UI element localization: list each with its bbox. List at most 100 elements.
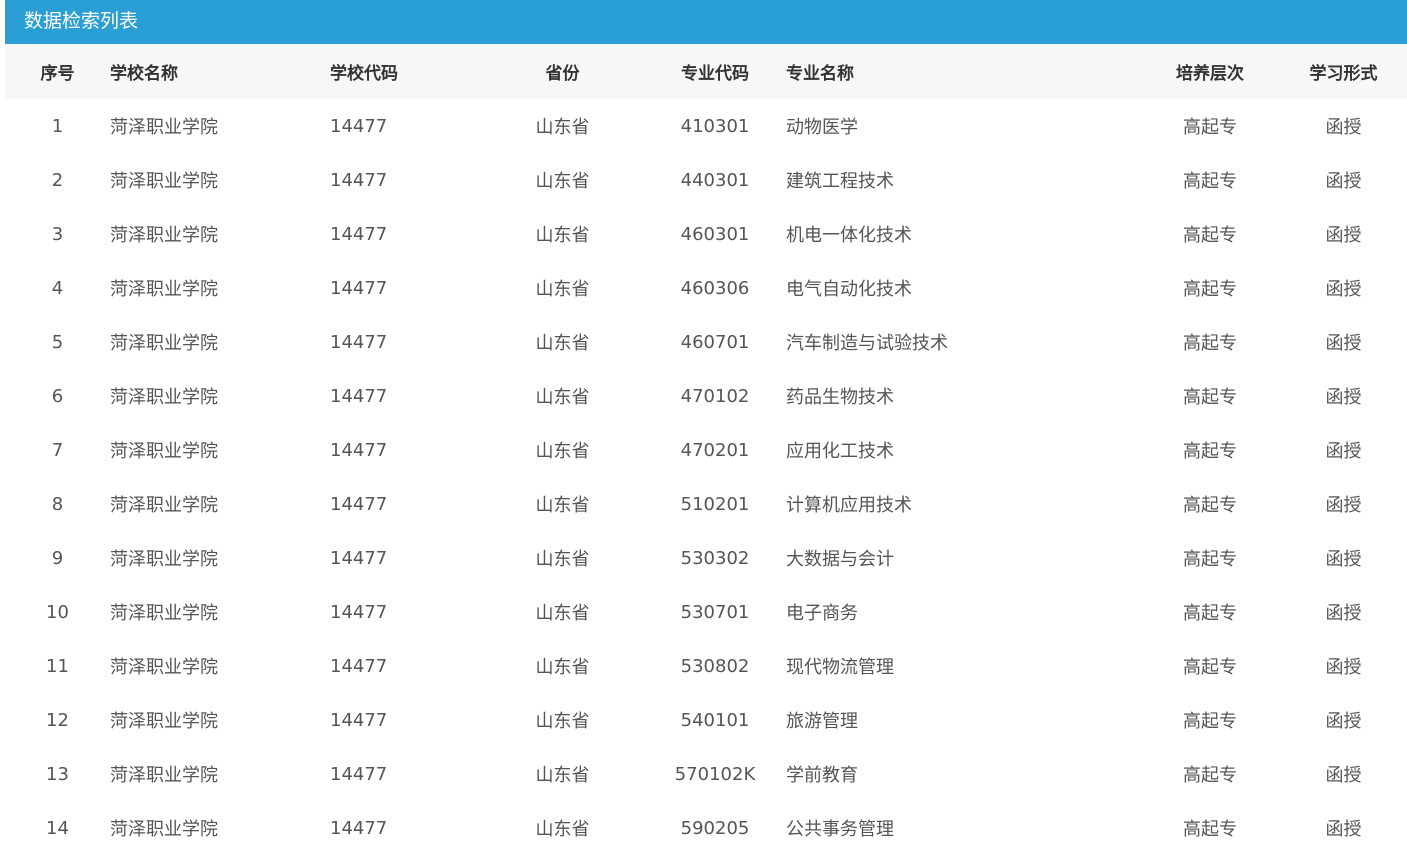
table-row: 4 菏泽职业学院 14477 山东省 460306 电气自动化技术 高起专 函授 <box>5 261 1407 315</box>
table-row: 5 菏泽职业学院 14477 山东省 460701 汽车制造与试验技术 高起专 函授 <box>5 315 1407 369</box>
cell-major-name: 电子商务 <box>786 603 858 624</box>
cell-level: 高起专 <box>1183 711 1237 732</box>
cell-major-name: 大数据与会计 <box>786 549 894 570</box>
cell-school-name: 菏泽职业学院 <box>110 711 218 732</box>
cell-school-name: 菏泽职业学院 <box>110 117 218 138</box>
cell-school-name: 菏泽职业学院 <box>110 495 218 516</box>
cell-school-name: 菏泽职业学院 <box>110 657 218 678</box>
column-header-major-name: 专业名称 <box>780 44 1140 99</box>
cell-level: 高起专 <box>1183 603 1237 624</box>
cell-index: 5 <box>51 331 64 353</box>
cell-school-code: 14477 <box>330 169 388 191</box>
cell-index: 8 <box>51 493 64 515</box>
cell-school-name: 菏泽职业学院 <box>110 819 218 840</box>
cell-level: 高起专 <box>1183 549 1237 570</box>
cell-index: 7 <box>51 439 64 461</box>
cell-index: 1 <box>51 115 64 137</box>
cell-study-mode: 函授 <box>1325 279 1362 300</box>
cell-school-code: 14477 <box>330 277 388 299</box>
cell-school-name: 菏泽职业学院 <box>110 441 218 462</box>
cell-index: 12 <box>46 709 69 731</box>
cell-school-code: 14477 <box>330 115 388 137</box>
cell-index: 4 <box>51 277 64 299</box>
cell-school-name: 菏泽职业学院 <box>110 225 218 246</box>
cell-major-name: 应用化工技术 <box>786 441 894 462</box>
cell-level: 高起专 <box>1183 279 1237 300</box>
cell-province: 山东省 <box>535 441 590 462</box>
table-row: 10 菏泽职业学院 14477 山东省 530701 电子商务 高起专 函授 <box>5 585 1407 639</box>
table-row: 3 菏泽职业学院 14477 山东省 460301 机电一体化技术 高起专 函授 <box>5 207 1407 261</box>
cell-level: 高起专 <box>1183 387 1237 408</box>
cell-province: 山东省 <box>535 657 590 678</box>
table-row: 6 菏泽职业学院 14477 山东省 470102 药品生物技术 高起专 函授 <box>5 369 1407 423</box>
cell-major-name: 学前教育 <box>786 765 858 786</box>
cell-study-mode: 函授 <box>1325 495 1362 516</box>
cell-major-name: 电气自动化技术 <box>786 279 912 300</box>
table-row: 8 菏泽职业学院 14477 山东省 510201 计算机应用技术 高起专 函授 <box>5 477 1407 531</box>
cell-school-code: 14477 <box>330 547 388 569</box>
cell-index: 10 <box>46 601 69 623</box>
table-row: 9 菏泽职业学院 14477 山东省 530302 大数据与会计 高起专 函授 <box>5 531 1407 585</box>
cell-school-name: 菏泽职业学院 <box>110 171 218 192</box>
table-row: 11 菏泽职业学院 14477 山东省 530802 现代物流管理 高起专 函授 <box>5 639 1407 693</box>
cell-school-code: 14477 <box>330 655 388 677</box>
cell-major-code: 570102K <box>674 763 756 785</box>
cell-index: 6 <box>51 385 64 407</box>
table-header-row: 序号 学校名称 学校代码 省份 专业代码 专业名称 培养层次 学习形式 <box>5 44 1407 99</box>
table-row: 1 菏泽职业学院 14477 山东省 410301 动物医学 高起专 函授 <box>5 99 1407 153</box>
cell-major-name: 药品生物技术 <box>786 387 894 408</box>
cell-school-code: 14477 <box>330 601 388 623</box>
cell-major-name: 现代物流管理 <box>786 657 894 678</box>
cell-index: 3 <box>51 223 64 245</box>
data-search-panel: 数据检索列表 序号 学校名称 学校代码 省份 专业代码 专业名称 培养层次 学习… <box>5 0 1407 845</box>
column-header-index: 序号 <box>5 44 110 99</box>
cell-school-code: 14477 <box>330 817 388 839</box>
cell-school-code: 14477 <box>330 223 388 245</box>
cell-major-code: 440301 <box>680 169 750 191</box>
cell-province: 山东省 <box>535 819 590 840</box>
cell-province: 山东省 <box>535 171 590 192</box>
cell-school-code: 14477 <box>330 331 388 353</box>
cell-major-name: 建筑工程技术 <box>786 171 894 192</box>
cell-province: 山东省 <box>535 117 590 138</box>
cell-study-mode: 函授 <box>1325 117 1362 138</box>
cell-major-code: 510201 <box>680 493 750 515</box>
cell-major-name: 动物医学 <box>786 117 858 138</box>
column-header-level: 培养层次 <box>1140 44 1280 99</box>
cell-province: 山东省 <box>535 765 590 786</box>
cell-province: 山东省 <box>535 603 590 624</box>
cell-province: 山东省 <box>535 279 590 300</box>
cell-major-code: 470201 <box>680 439 750 461</box>
cell-school-code: 14477 <box>330 493 388 515</box>
cell-study-mode: 函授 <box>1325 225 1362 246</box>
cell-major-name: 公共事务管理 <box>786 819 894 840</box>
cell-province: 山东省 <box>535 549 590 570</box>
cell-major-code: 460301 <box>680 223 750 245</box>
cell-school-name: 菏泽职业学院 <box>110 603 218 624</box>
cell-province: 山东省 <box>535 225 590 246</box>
cell-study-mode: 函授 <box>1325 441 1362 462</box>
cell-major-code: 530701 <box>680 601 750 623</box>
cell-level: 高起专 <box>1183 765 1237 786</box>
cell-major-code: 530302 <box>680 547 750 569</box>
cell-major-code: 530802 <box>680 655 750 677</box>
cell-study-mode: 函授 <box>1325 549 1362 570</box>
cell-major-name: 机电一体化技术 <box>786 225 912 246</box>
cell-school-code: 14477 <box>330 709 388 731</box>
cell-major-code: 460306 <box>680 277 750 299</box>
cell-study-mode: 函授 <box>1325 711 1362 732</box>
table-row: 2 菏泽职业学院 14477 山东省 440301 建筑工程技术 高起专 函授 <box>5 153 1407 207</box>
cell-school-name: 菏泽职业学院 <box>110 279 218 300</box>
cell-level: 高起专 <box>1183 171 1237 192</box>
cell-index: 11 <box>46 655 69 677</box>
cell-study-mode: 函授 <box>1325 765 1362 786</box>
cell-province: 山东省 <box>535 711 590 732</box>
cell-school-name: 菏泽职业学院 <box>110 549 218 570</box>
cell-index: 13 <box>46 763 69 785</box>
table-row: 12 菏泽职业学院 14477 山东省 540101 旅游管理 高起专 函授 <box>5 693 1407 747</box>
cell-study-mode: 函授 <box>1325 603 1362 624</box>
cell-level: 高起专 <box>1183 441 1237 462</box>
cell-level: 高起专 <box>1183 657 1237 678</box>
cell-major-code: 590205 <box>680 817 750 839</box>
cell-level: 高起专 <box>1183 333 1237 354</box>
